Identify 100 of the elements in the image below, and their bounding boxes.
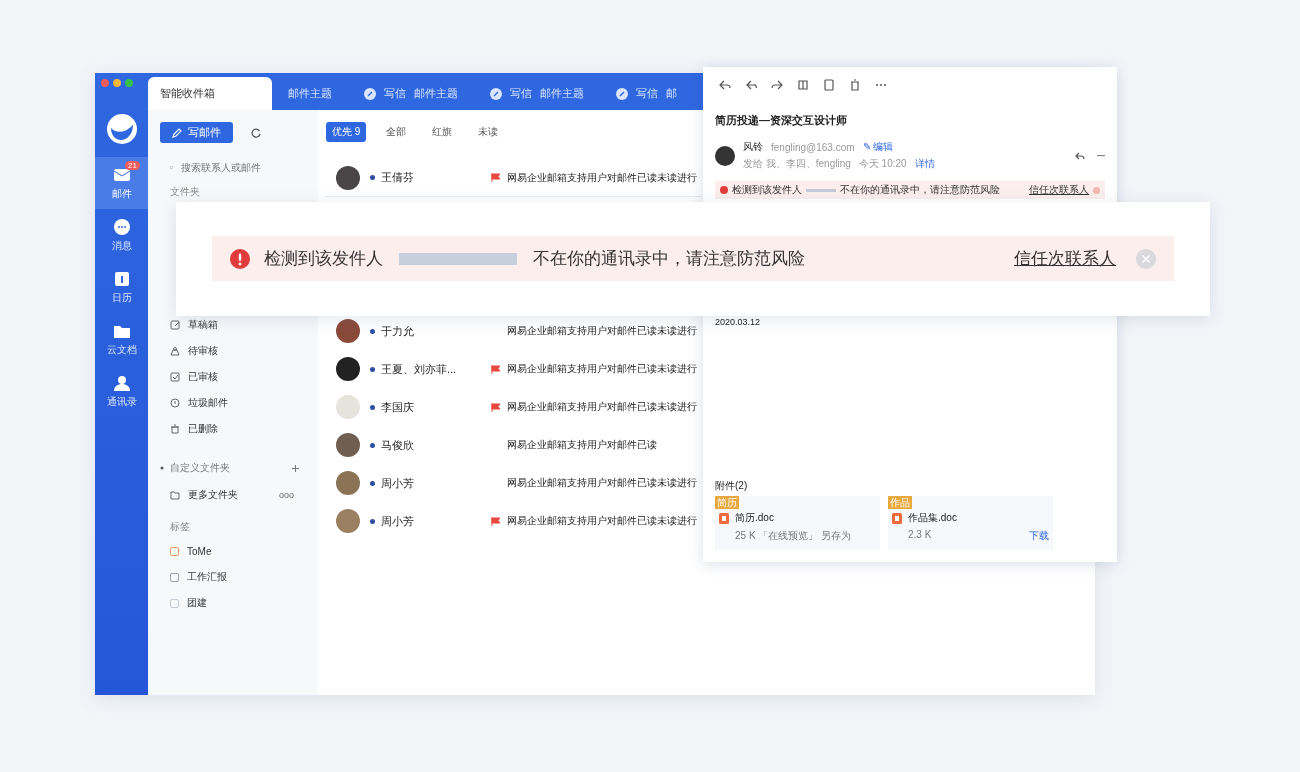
file-meta: 2.3 K (908, 529, 932, 542)
tab-label: 邮件主题 (414, 86, 458, 101)
mail-row[interactable]: 周小芳 网易企业邮箱支持用户对邮件已读未读进行 (326, 502, 702, 540)
logo-icon (105, 113, 138, 145)
avatar (336, 165, 360, 190)
warning-text: 不在你的通讯录中，请注意防范风险 (533, 248, 805, 270)
trust-contact-link[interactable]: 信任次联系人 (1014, 247, 1116, 270)
email-subject: 简历投递—资深交互设计师 (715, 113, 848, 128)
filter-tab[interactable]: 优先 9 (326, 122, 367, 142)
file-icon (892, 512, 902, 524)
expanded-caret-icon[interactable] (160, 466, 164, 470)
more-icon[interactable] (1097, 154, 1105, 157)
tab[interactable]: 写信 邮 (600, 77, 693, 110)
sender-name: 周小芳 (381, 475, 415, 491)
tab[interactable]: 写信 邮件主题 (348, 77, 474, 110)
sender-name: 王夏、刘亦菲... (381, 361, 458, 377)
mail-row[interactable]: 马俊欣 网易企业邮箱支持用户对邮件已读 (326, 426, 702, 464)
sender-address: fengling@163.com (771, 141, 855, 153)
add-icon[interactable] (291, 463, 300, 473)
edit-link[interactable]: ✎ 编辑 (862, 140, 894, 154)
refresh-icon[interactable] (251, 127, 261, 138)
sender-name: 马俊欣 (381, 437, 415, 453)
tab-label: 邮 (666, 86, 677, 101)
nav-label: 邮件 (111, 186, 132, 201)
folder-item[interactable]: 更多文件夹 ooo (160, 482, 306, 508)
more-indicator: ooo (278, 490, 294, 500)
trust-contact-link[interactable]: 信任次联系人 (1029, 183, 1089, 197)
nav-item[interactable]: 日历 (95, 261, 148, 313)
nav-label: 日历 (111, 290, 132, 305)
folder-label: 已审核 (188, 370, 218, 384)
mail-row[interactable]: 于力允 网易企业邮箱支持用户对邮件已读未读进行 (326, 312, 702, 350)
mail-row[interactable]: 周小芳 网易企业邮箱支持用户对邮件已读未读进行 (326, 464, 702, 502)
folder-item[interactable]: 待审核 (160, 338, 306, 364)
folder-item[interactable]: 垃圾邮件 (160, 390, 306, 416)
nav-item[interactable]: 邮件 21 (95, 157, 148, 209)
mail-subject: 网易企业邮箱支持用户对邮件已读未读进行 (507, 324, 697, 338)
reply-icon[interactable] (1075, 150, 1085, 161)
warning-text: 检测到该发件人 (732, 183, 802, 197)
section-header: 标签 (170, 520, 191, 534)
redacted-name-bar (806, 188, 836, 192)
tab[interactable]: 智能收件箱 (148, 77, 272, 110)
reply-icon[interactable] (719, 79, 731, 91)
tab-label: 邮件主题 (540, 86, 584, 101)
mail-subject: 网易企业邮箱支持用户对邮件已读未读进行 (507, 476, 697, 490)
sent-time: 今天 10:20 (858, 157, 907, 171)
compose-button[interactable]: 写邮件 (160, 122, 233, 143)
mail-row[interactable]: 李国庆 网易企业邮箱支持用户对邮件已读未读进行 (326, 388, 702, 426)
tab-label: 智能收件箱 (160, 86, 215, 101)
calendar-icon (112, 269, 131, 288)
nav-item[interactable]: 云文档 (95, 313, 148, 365)
email-date: 2020.03.12 (715, 317, 762, 327)
trash-icon[interactable] (849, 79, 861, 91)
checkbox-icon (170, 372, 180, 382)
tag-item[interactable]: ToMe (160, 538, 306, 564)
pen-icon (172, 127, 182, 138)
warning-icon (720, 186, 728, 194)
tag-label: 团建 (187, 596, 207, 610)
tag-label: 工作汇报 (187, 570, 227, 584)
mail-subject: 网易企业邮箱支持用户对邮件已读未读进行 (507, 514, 697, 528)
tag-item[interactable]: 团建 (160, 590, 306, 616)
tag-label: ToMe (187, 545, 212, 557)
details-link[interactable]: 详情 (914, 157, 935, 171)
filter-tab[interactable]: 红旗 (426, 122, 459, 142)
folder-label: 更多文件夹 (188, 488, 238, 502)
folder-item[interactable]: 已审核 (160, 364, 306, 390)
avatar (336, 357, 360, 381)
mail-row[interactable]: 王夏、刘亦菲... 网易企业邮箱支持用户对邮件已读未读进行 (326, 350, 702, 388)
file-meta: 25 K 「在线预览」 另存为 (735, 529, 852, 543)
folder-item[interactable]: 草稿箱 (160, 312, 306, 338)
tag-item[interactable]: 工作汇报 (160, 564, 306, 590)
tab-prefix: 写信 (510, 86, 532, 101)
attachment-card[interactable]: 作品 作品集.doc 2.3 K 下载 (888, 496, 1053, 550)
file-name: 简历.doc (735, 511, 774, 525)
reply-all-icon[interactable] (745, 79, 757, 91)
nav-item[interactable]: 通讯录 (95, 365, 148, 417)
sender-name: 王倩芬 (381, 170, 415, 185)
unread-badge: 21 (125, 161, 140, 170)
folder-label: 待审核 (188, 344, 218, 358)
avatar (715, 145, 735, 166)
file-name: 作品集.doc (908, 511, 957, 525)
warning-text: 不在你的通讯录中，请注意防范风险 (840, 183, 1000, 197)
attachment-card[interactable]: 简历 简历.doc 25 K 「在线预览」 另存为 (715, 496, 880, 550)
filter-tab[interactable]: 未读 (472, 122, 505, 142)
folder-item[interactable]: 已删除 (160, 416, 306, 442)
edit-icon (170, 320, 180, 330)
avatar (336, 319, 360, 343)
nav-item[interactable]: 消息 (95, 209, 148, 261)
mail-subject: 网易企业邮箱支持用户对邮件已读 (507, 438, 657, 452)
tab[interactable]: 写信 邮件主题 (474, 77, 600, 110)
attachments-header: 附件(2) (715, 479, 749, 493)
section-header: 文件夹 (169, 185, 201, 199)
download-link[interactable]: 下载 (1029, 529, 1049, 543)
mail-row[interactable]: 王倩芬 网易企业邮箱支持用户对邮件已读未读进行 (326, 159, 702, 197)
forward-icon[interactable] (771, 79, 783, 91)
mail-subject: 网易企业邮箱支持用户对邮件已读未读进行 (507, 362, 697, 376)
nav-label: 云文档 (106, 342, 137, 357)
search-field[interactable]: 搜索联系人或邮件 (181, 161, 306, 173)
compose-icon (616, 87, 628, 100)
tab[interactable]: 邮件主题 (272, 77, 348, 110)
filter-tab[interactable]: 全部 (380, 122, 413, 142)
